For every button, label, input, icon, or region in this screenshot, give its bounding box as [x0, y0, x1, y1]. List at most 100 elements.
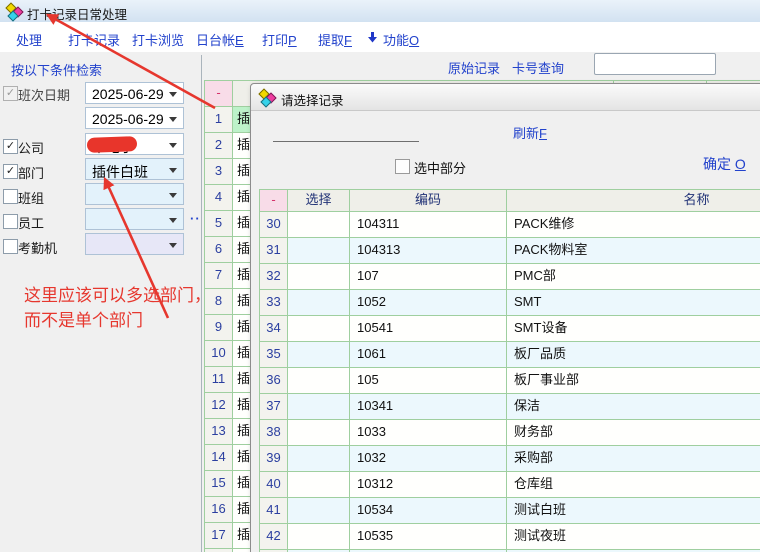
code-cell[interactable]: 10541 [350, 316, 507, 341]
name-cell[interactable]: 测试夜班 [507, 524, 760, 549]
select-cell[interactable] [288, 342, 350, 367]
column-header-select[interactable]: 选择 [288, 190, 350, 211]
table-row[interactable]: 30 104311 PACK维修 [260, 212, 760, 238]
panel-splitter[interactable] [201, 55, 202, 552]
select-cell[interactable] [288, 420, 350, 445]
employee-dropdown[interactable] [85, 208, 184, 230]
date-from-dropdown[interactable]: 2025-06-29 [85, 82, 184, 104]
code-cell[interactable]: 1033 [350, 420, 507, 445]
select-cell[interactable] [288, 238, 350, 263]
table-row[interactable]: 37 10341 保洁 [260, 394, 760, 420]
select-cell[interactable] [288, 394, 350, 419]
table-row[interactable]: 42 10535 测试夜班 [260, 524, 760, 550]
select-cell[interactable] [288, 316, 350, 341]
select-cell[interactable] [288, 290, 350, 315]
code-cell[interactable]: 10535 [350, 524, 507, 549]
dialog-titlebar[interactable]: 请选择记录 [251, 84, 760, 111]
table-row[interactable]: 36 105 板厂事业部 [260, 368, 760, 394]
card-number-query-label[interactable]: 卡号查询 [512, 58, 564, 77]
chevron-down-icon[interactable] [169, 243, 177, 248]
table-row[interactable]: 38 1033 财务部 [260, 420, 760, 446]
select-cell[interactable] [288, 446, 350, 471]
select-cell[interactable] [288, 472, 350, 497]
column-header-code[interactable]: 编码 [350, 190, 507, 211]
select-cell[interactable] [288, 498, 350, 523]
name-cell[interactable]: PACK维修 [507, 212, 760, 237]
name-cell[interactable]: 板厂事业部 [507, 368, 760, 393]
filter-input-underline[interactable] [273, 141, 419, 142]
table-row[interactable]: 35 1061 板厂品质 [260, 342, 760, 368]
code-cell[interactable]: 105 [350, 368, 507, 393]
window-titlebar[interactable]: 打卡记录日常处理 [0, 0, 760, 23]
chevron-down-icon[interactable] [169, 92, 177, 97]
grid-row-number: 16 [205, 497, 233, 522]
employee-label: 员工 [18, 213, 44, 232]
department-checkbox[interactable]: ✓ [3, 164, 18, 179]
table-row[interactable]: 40 10312 仓库组 [260, 472, 760, 498]
chevron-down-icon[interactable] [169, 218, 177, 223]
menu-item-functions[interactable]: 功能O [383, 30, 419, 49]
code-cell[interactable]: 1061 [350, 342, 507, 367]
attendance-machine-checkbox[interactable] [3, 239, 18, 254]
column-header-index[interactable]: - [260, 190, 288, 211]
code-cell[interactable]: 10534 [350, 498, 507, 523]
table-row[interactable]: 31 104313 PACK物料室 [260, 238, 760, 264]
code-cell[interactable]: 10312 [350, 472, 507, 497]
table-row[interactable]: 32 107 PMC部 [260, 264, 760, 290]
grid-row-number: 11 [205, 367, 233, 392]
table-row[interactable]: 41 10534 测试白班 [260, 498, 760, 524]
menu-item-daily-ledger[interactable]: 日台帐E [196, 30, 244, 49]
table-row[interactable]: 34 10541 SMT设备 [260, 316, 760, 342]
name-cell[interactable]: PACK物料室 [507, 238, 760, 263]
company-checkbox[interactable]: ✓ [3, 139, 18, 154]
department-dropdown[interactable]: 插件白班 [85, 158, 184, 180]
name-cell[interactable]: 财务部 [507, 420, 760, 445]
name-cell[interactable]: PMC部 [507, 264, 760, 289]
team-checkbox[interactable] [3, 189, 18, 204]
grid-corner-cell[interactable]: - [205, 81, 233, 106]
table-row[interactable]: 39 1032 采购部 [260, 446, 760, 472]
ok-button[interactable]: 确定 O [703, 154, 746, 174]
chevron-down-icon[interactable] [169, 117, 177, 122]
code-cell[interactable]: 1032 [350, 446, 507, 471]
code-cell[interactable]: 104311 [350, 212, 507, 237]
name-cell[interactable]: 板厂品质 [507, 342, 760, 367]
chevron-down-icon[interactable] [169, 168, 177, 173]
table-row[interactable]: 33 1052 SMT [260, 290, 760, 316]
company-dropdown[interactable]: 本电子 [85, 133, 184, 155]
menu-item-process[interactable]: 处理 [16, 30, 42, 49]
select-cell[interactable] [288, 264, 350, 289]
code-cell[interactable]: 104313 [350, 238, 507, 263]
menu-item-extract[interactable]: 提取F [318, 30, 352, 49]
select-cell[interactable] [288, 524, 350, 549]
menu-item-print[interactable]: 打印P [262, 30, 297, 49]
menu-item-punch-records[interactable]: 打卡记录 [68, 30, 120, 49]
employee-checkbox[interactable] [3, 214, 18, 229]
code-cell[interactable]: 1052 [350, 290, 507, 315]
select-cell[interactable] [288, 368, 350, 393]
name-cell[interactable]: 保洁 [507, 394, 760, 419]
name-cell[interactable]: 采购部 [507, 446, 760, 471]
employee-browse-button[interactable]: ·· [190, 211, 201, 226]
card-number-input[interactable] [594, 53, 716, 75]
name-cell[interactable]: 测试白班 [507, 498, 760, 523]
name-cell[interactable]: SMT设备 [507, 316, 760, 341]
original-records-button[interactable]: 原始记录 [448, 58, 500, 77]
shift-date-checkbox[interactable]: ✓ [3, 86, 18, 101]
team-dropdown[interactable] [85, 183, 184, 205]
refresh-button[interactable]: 刷新F [513, 123, 547, 142]
select-cell[interactable] [288, 212, 350, 237]
row-number-cell: 30 [260, 212, 288, 237]
attendance-machine-dropdown[interactable] [85, 233, 184, 255]
column-header-name[interactable]: 名称 [507, 190, 760, 211]
grid-row-number: 17 [205, 523, 233, 548]
selected-part-checkbox[interactable] [395, 159, 410, 174]
name-cell[interactable]: 仓库组 [507, 472, 760, 497]
name-cell[interactable]: SMT [507, 290, 760, 315]
code-cell[interactable]: 10341 [350, 394, 507, 419]
chevron-down-icon[interactable] [169, 193, 177, 198]
code-cell[interactable]: 107 [350, 264, 507, 289]
date-to-dropdown[interactable]: 2025-06-29 [85, 107, 184, 129]
chevron-down-icon[interactable] [169, 143, 177, 148]
menu-item-punch-browse[interactable]: 打卡浏览 [132, 30, 184, 49]
